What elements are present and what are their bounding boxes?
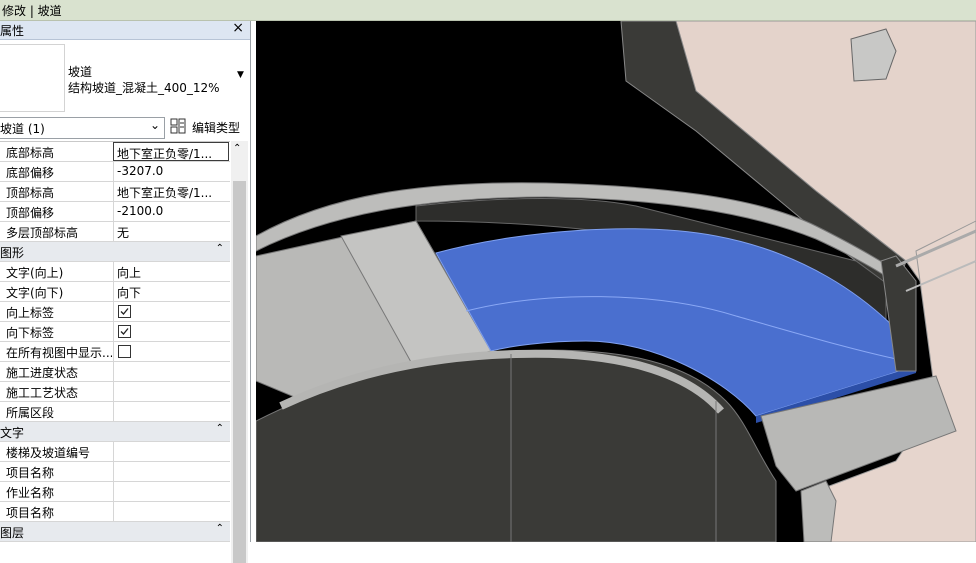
property-label: 文字(向上) [6,266,64,280]
property-label: 作业名称 [6,486,55,500]
property-label: 底部标高 [6,146,55,160]
property-label: 项目名称 [6,466,55,480]
ramp-model-view[interactable] [256,21,976,542]
property-row[interactable]: 项目名称 [0,462,230,482]
base-level-field[interactable]: 地下室正负零/1... [113,142,229,161]
edit-type-button[interactable]: 编辑类型 [170,117,244,137]
property-row[interactable]: 多层顶部标高 无 [0,222,230,242]
top-level-field[interactable]: 地下室正负零/1... [113,182,230,201]
property-label: 顶部偏移 [6,206,55,220]
stair-ramp-number-field[interactable] [113,442,230,461]
properties-grid: 底部标高 地下室正负零/1... 底部偏移 -3207.0 顶部标高 地下室正负… [0,141,230,542]
process-status-field[interactable] [113,382,230,401]
project-name-field-2[interactable] [113,502,230,521]
instance-filter-label: 坡道 (1) [0,122,45,136]
instance-filter-dropdown[interactable]: 坡道 (1) ⌄ [0,117,165,139]
type-family: 坡道 [68,65,93,79]
property-row[interactable]: 向上标签 [0,302,230,322]
property-label: 所属区段 [6,406,55,420]
property-label: 向下标签 [6,326,55,340]
project-name-field[interactable] [113,462,230,481]
group-text[interactable]: 文字 ⌃ [0,422,230,442]
base-offset-field[interactable]: -3207.0 [113,162,230,181]
property-label: 底部偏移 [6,166,55,180]
property-row[interactable]: 顶部偏移 -2100.0 [0,202,230,222]
phase-status-field[interactable] [113,362,230,381]
collapse-icon[interactable]: ⌃ [216,523,224,534]
collapse-icon[interactable]: ⌃ [216,243,224,254]
property-label: 文字(向下) [6,286,64,300]
properties-scrollbar[interactable]: ⌃ [231,141,248,563]
property-row[interactable]: 所属区段 [0,402,230,422]
collapse-icon[interactable]: ⌃ [216,423,224,434]
property-label: 顶部标高 [6,186,55,200]
title-bar: 修改 | 坡道 [0,0,976,21]
property-label: 楼梯及坡道编号 [6,446,91,460]
group-graphics[interactable]: 图形 ⌃ [0,242,230,262]
3d-viewport[interactable] [256,21,976,542]
type-dropdown-icon[interactable]: ▼ [237,70,244,80]
type-preview-image [0,44,65,112]
zone-field[interactable] [113,402,230,421]
show-in-all-views-checkbox[interactable] [118,345,131,358]
edit-type-icon [170,118,186,134]
property-row[interactable]: 在所有视图中显示... [0,342,230,362]
scroll-up-icon[interactable]: ⌃ [233,143,241,154]
text-down-field[interactable]: 向下 [113,282,230,301]
group-label: 图层 [0,526,25,540]
chevron-down-icon: ⌄ [149,118,160,132]
properties-panel: 属性 × 坡道 结构坡道_混凝土_400_12% ▼ 坡道 (1) ⌄ 编辑类型… [0,20,251,563]
property-row[interactable]: 作业名称 [0,482,230,502]
property-label: 多层顶部标高 [6,226,79,240]
property-row[interactable]: 文字(向上) 向上 [0,262,230,282]
property-row[interactable]: 施工工艺状态 [0,382,230,402]
property-label: 施工进度状态 [6,366,79,380]
property-row[interactable]: 向下标签 [0,322,230,342]
scrollbar-thumb[interactable] [233,181,246,563]
property-label: 施工工艺状态 [6,386,79,400]
column-lower [800,480,837,542]
property-row[interactable]: 项目名称 [0,502,230,522]
multistory-top-level-field[interactable]: 无 [113,222,230,241]
work-name-field[interactable] [113,482,230,501]
down-label-checkbox[interactable] [118,325,131,338]
top-offset-field[interactable]: -2100.0 [113,202,230,221]
group-layers[interactable]: 图层 ⌃ [0,522,230,542]
properties-title: 属性 [0,24,25,38]
properties-header: 属性 × [0,20,250,40]
property-row[interactable]: 顶部标高 地下室正负零/1... [0,182,230,202]
group-label: 文字 [0,426,25,440]
property-row[interactable]: 底部偏移 -3207.0 [0,162,230,182]
text-up-field[interactable]: 向上 [113,262,230,281]
up-label-checkbox[interactable] [118,305,131,318]
type-name: 结构坡道_混凝土_400_12% [68,81,220,95]
property-row[interactable]: 底部标高 地下室正负零/1... [0,142,230,162]
title-text: 修改 | 坡道 [2,4,62,18]
property-row[interactable]: 楼梯及坡道编号 [0,442,230,462]
property-row[interactable]: 施工进度状态 [0,362,230,382]
group-label: 图形 [0,246,25,260]
property-row[interactable]: 文字(向下) 向下 [0,282,230,302]
close-icon[interactable]: × [232,20,244,36]
property-label: 向上标签 [6,306,55,320]
property-label: 在所有视图中显示... [6,346,112,360]
property-label: 项目名称 [6,506,55,520]
edit-type-label: 编辑类型 [192,121,241,135]
